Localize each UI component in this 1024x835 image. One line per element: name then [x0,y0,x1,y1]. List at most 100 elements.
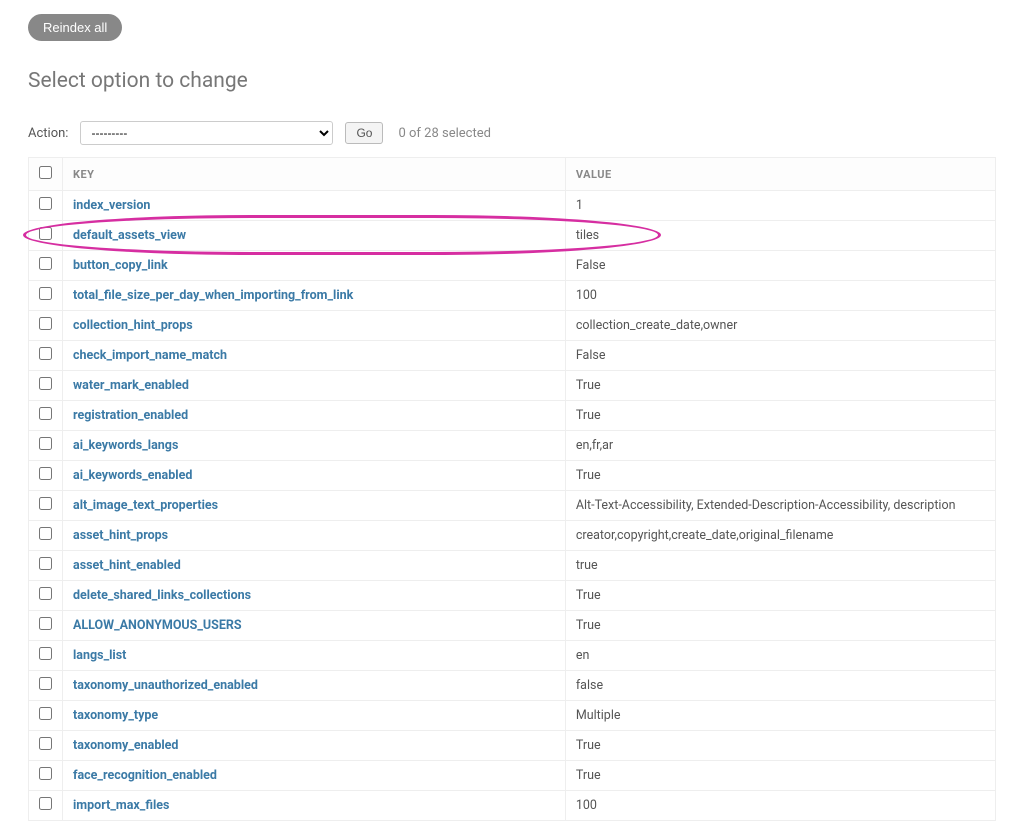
option-link[interactable]: asset_hint_enabled [73,558,181,573]
row-checkbox[interactable] [39,557,52,570]
row-checkbox[interactable] [39,527,52,540]
option-link[interactable]: face_recognition_enabled [73,768,217,783]
table-row: index_version1 [29,191,996,221]
option-link[interactable]: asset_hint_props [73,528,168,543]
row-key-cell: asset_hint_props [63,521,566,551]
row-checkbox[interactable] [39,617,52,630]
option-link[interactable]: index_version [73,198,150,213]
row-key-cell: check_import_name_match [63,341,566,371]
row-value-cell: True [565,581,995,611]
select-all-checkbox[interactable] [39,166,52,179]
table-row: check_import_name_matchFalse [29,341,996,371]
option-link[interactable]: total_file_size_per_day_when_importing_f… [73,288,353,303]
row-checkbox[interactable] [39,467,52,480]
row-checkbox-cell [29,341,63,371]
actions-bar: Action: --------- Go 0 of 28 selected [28,121,996,145]
row-key-cell: collection_hint_props [63,311,566,341]
header-value[interactable]: VALUE [565,158,995,191]
row-checkbox[interactable] [39,497,52,510]
row-checkbox-cell [29,551,63,581]
option-link[interactable]: button_copy_link [73,258,168,273]
row-key-cell: button_copy_link [63,251,566,281]
row-checkbox[interactable] [39,377,52,390]
option-link[interactable]: registration_enabled [73,408,188,423]
row-value-cell: true [565,551,995,581]
row-checkbox-cell [29,191,63,221]
row-key-cell: asset_hint_enabled [63,551,566,581]
table-row: taxonomy_enabledTrue [29,731,996,761]
table-row: ALLOW_ANONYMOUS_USERS True [29,611,996,641]
row-value-cell: en,fr,ar [565,431,995,461]
option-link[interactable]: ai_keywords_enabled [73,468,192,483]
option-link[interactable]: taxonomy_type [73,708,158,723]
option-link[interactable]: taxonomy_enabled [73,738,178,753]
option-link[interactable]: water_mark_enabled [73,378,189,393]
row-checkbox-cell [29,311,63,341]
row-checkbox-cell [29,731,63,761]
go-button[interactable]: Go [345,122,383,144]
row-value-cell: creator,copyright,create_date,original_f… [565,521,995,551]
row-checkbox[interactable] [39,317,52,330]
row-key-cell: ai_keywords_langs [63,431,566,461]
row-checkbox[interactable] [39,797,52,810]
header-key[interactable]: KEY [63,158,566,191]
row-checkbox[interactable] [39,737,52,750]
table-row: asset_hint_props creator,copyright,create… [29,521,996,551]
table-row: ai_keywords_langs en,fr,ar [29,431,996,461]
reindex-all-button[interactable]: Reindex all [28,14,122,41]
option-link[interactable]: alt_image_text_properties [73,498,218,513]
row-value-cell: True [565,761,995,791]
row-checkbox[interactable] [39,407,52,420]
row-checkbox-cell [29,581,63,611]
row-key-cell: water_mark_enabled [63,371,566,401]
option-link[interactable]: taxonomy_unauthorized_enabled [73,678,258,693]
action-select[interactable]: --------- [80,121,333,145]
row-key-cell: delete_shared_links_collections [63,581,566,611]
row-checkbox-cell [29,221,63,251]
table-row: ai_keywords_enabled True [29,461,996,491]
row-checkbox-cell [29,251,63,281]
row-checkbox-cell [29,671,63,701]
row-checkbox[interactable] [39,647,52,660]
option-link[interactable]: ai_keywords_langs [73,438,178,453]
row-checkbox[interactable] [39,347,52,360]
row-checkbox[interactable] [39,197,52,210]
table-row: asset_hint_enabled true [29,551,996,581]
options-table: KEY VALUE index_version1default_assets_v… [28,157,996,821]
selection-count: 0 of 28 selected [398,126,490,141]
row-key-cell: ai_keywords_enabled [63,461,566,491]
row-value-cell: True [565,461,995,491]
option-link[interactable]: langs_list [73,648,126,663]
table-row: alt_image_text_propertiesAlt-Text-Access… [29,491,996,521]
row-checkbox-cell [29,461,63,491]
row-key-cell: default_assets_view [63,221,566,251]
row-checkbox-cell [29,761,63,791]
row-value-cell: en [565,641,995,671]
row-checkbox[interactable] [39,437,52,450]
option-link[interactable]: check_import_name_match [73,348,227,363]
table-row: default_assets_viewtiles [29,221,996,251]
row-checkbox[interactable] [39,767,52,780]
row-value-cell: True [565,611,995,641]
row-checkbox[interactable] [39,227,52,240]
row-checkbox[interactable] [39,677,52,690]
option-link[interactable]: import_max_files [73,798,169,813]
option-link[interactable]: delete_shared_links_collections [73,588,251,603]
row-key-cell: alt_image_text_properties [63,491,566,521]
row-key-cell: taxonomy_enabled [63,731,566,761]
row-checkbox-cell [29,611,63,641]
row-checkbox[interactable] [39,587,52,600]
option-link[interactable]: collection_hint_props [73,318,193,333]
row-checkbox[interactable] [39,707,52,720]
row-checkbox-cell [29,431,63,461]
table-row: taxonomy_typeMultiple [29,701,996,731]
row-key-cell: registration_enabled [63,401,566,431]
row-checkbox[interactable] [39,257,52,270]
row-value-cell: True [565,401,995,431]
row-checkbox[interactable] [39,287,52,300]
option-link[interactable]: ALLOW_ANONYMOUS_USERS [73,618,242,633]
table-row: registration_enabled True [29,401,996,431]
option-link[interactable]: default_assets_view [73,228,186,243]
row-checkbox-cell [29,401,63,431]
row-key-cell: taxonomy_type [63,701,566,731]
